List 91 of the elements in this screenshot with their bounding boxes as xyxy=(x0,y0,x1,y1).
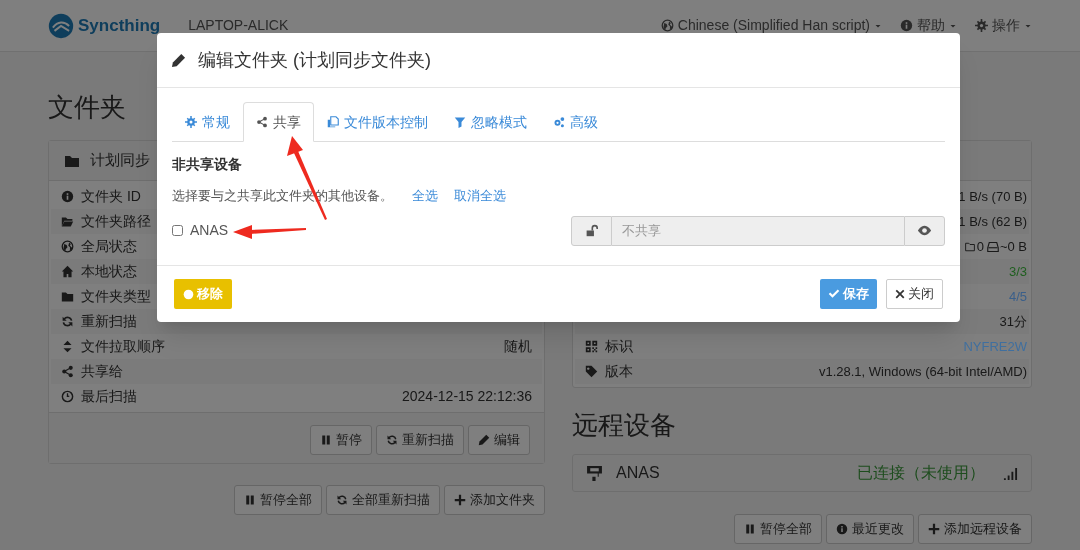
refresh-icon xyxy=(386,434,398,446)
connection-status: 已连接（未使用） xyxy=(857,463,985,483)
property-value: v1.28.1, Windows (64-bit Intel/AMD) xyxy=(818,362,1027,381)
clock-icon xyxy=(61,390,74,403)
property-value: 3/3 xyxy=(1008,262,1027,281)
save-button[interactable]: 保存 xyxy=(820,279,877,309)
refresh-icon xyxy=(336,494,348,506)
gears-icon xyxy=(553,116,565,128)
copy-icon xyxy=(327,116,339,128)
property-label: 标识 xyxy=(605,337,633,356)
select-link[interactable]: 取消全选 xyxy=(454,186,506,206)
tab[interactable]: 常规 xyxy=(172,102,243,142)
section-heading: 远程设备 xyxy=(572,410,677,440)
pencil-icon xyxy=(478,434,490,446)
action-button[interactable]: 暂停全部 xyxy=(734,514,822,544)
signal-icon xyxy=(1003,465,1018,481)
settings-icon xyxy=(975,19,988,32)
dialog-title: 编辑文件夹 (计划同步文件夹) xyxy=(198,48,431,72)
folder-icon xyxy=(963,241,976,252)
globe-icon xyxy=(660,19,674,32)
tab[interactable]: 忽略模式 xyxy=(441,102,540,142)
device-name: ANAS xyxy=(616,463,660,483)
encryption-toggle-button[interactable] xyxy=(571,215,612,246)
settings-icon xyxy=(185,116,197,128)
action-button[interactable]: 全部重新扫描 xyxy=(326,485,440,515)
nav-menu[interactable]: 帮助 xyxy=(900,15,957,36)
show-password-button[interactable] xyxy=(904,215,945,246)
tag-icon xyxy=(585,365,598,378)
pause-icon xyxy=(744,523,756,535)
property-label: 共享给 xyxy=(81,362,123,381)
folder-icon xyxy=(61,290,74,303)
nav-menu[interactable]: 操作 xyxy=(975,15,1032,36)
select-link[interactable]: 全选 xyxy=(412,186,438,206)
plus-icon xyxy=(454,494,466,506)
minus-icon xyxy=(183,288,194,300)
device-checkbox[interactable] xyxy=(172,225,183,236)
action-button[interactable]: 添加远程设备 xyxy=(918,514,1032,544)
pause-icon xyxy=(320,434,332,446)
drive-icon xyxy=(986,240,999,253)
property-label: 版本 xyxy=(605,362,633,381)
section-heading: 非共享设备 xyxy=(172,155,243,174)
tab[interactable]: 高级 xyxy=(540,102,611,142)
property-label: 文件夹路径 xyxy=(81,212,151,231)
action-button[interactable]: 重新扫描 xyxy=(376,425,464,455)
info-icon xyxy=(61,190,74,203)
globe-icon xyxy=(61,240,74,253)
sort-icon xyxy=(61,340,74,353)
close-icon xyxy=(895,289,905,299)
brand-name[interactable]: Syncthing xyxy=(78,12,161,39)
tab[interactable]: 共享 xyxy=(243,102,314,142)
action-button[interactable]: 暂停 xyxy=(310,425,372,455)
action-button[interactable]: 添加文件夹 xyxy=(444,485,545,515)
close-button[interactable]: 关闭 xyxy=(886,279,943,309)
folder-count: 0 xyxy=(976,237,984,256)
property-label: 文件夹 ID xyxy=(81,187,141,206)
property-label: 全局状态 xyxy=(81,237,137,256)
pause-icon xyxy=(244,494,256,506)
info-icon xyxy=(836,523,848,535)
size-value: ~0 B xyxy=(999,237,1027,256)
action-button[interactable]: 最近更改 xyxy=(826,514,914,544)
help-icon xyxy=(900,19,913,32)
nav-menu[interactable]: Chinese (Simplified Han script) xyxy=(660,15,882,36)
share-icon xyxy=(61,365,74,378)
property-label: 重新扫描 xyxy=(81,312,137,331)
plus-icon xyxy=(928,523,940,535)
property-value: 31分 xyxy=(999,312,1027,331)
pencil-icon xyxy=(171,52,186,68)
action-button[interactable]: 暂停全部 xyxy=(234,485,322,515)
device-name: LAPTOP-ALICK xyxy=(188,16,289,35)
property-value: NYFRE2W xyxy=(963,337,1027,356)
property-value: 2024-12-15 22:12:36 xyxy=(402,387,532,406)
device-icon xyxy=(586,464,603,482)
property-label: 文件拉取顺序 xyxy=(81,337,165,356)
syncthing-logo-icon xyxy=(48,12,74,39)
filter-icon xyxy=(454,116,466,128)
open-folder-icon xyxy=(61,215,74,228)
device-name: ANAS xyxy=(190,221,229,240)
property-label: 本地状态 xyxy=(81,262,137,281)
check-icon xyxy=(828,288,840,300)
folder-name[interactable]: 计划同步 xyxy=(90,149,150,172)
action-button[interactable]: 编辑 xyxy=(468,425,530,455)
property-label: 最后扫描 xyxy=(81,387,137,406)
share-icon xyxy=(256,116,268,128)
refresh-icon xyxy=(61,315,74,328)
remote-device-row[interactable]: ANAS 已连接（未使用） xyxy=(572,454,1032,492)
property-value: 4/5 xyxy=(1008,287,1027,306)
property-label: 文件夹类型 xyxy=(81,287,151,306)
tab[interactable]: 文件版本控制 xyxy=(314,102,441,142)
property-value: 随机 xyxy=(504,337,532,356)
home-icon xyxy=(61,265,74,278)
qr-code-icon xyxy=(585,340,598,353)
